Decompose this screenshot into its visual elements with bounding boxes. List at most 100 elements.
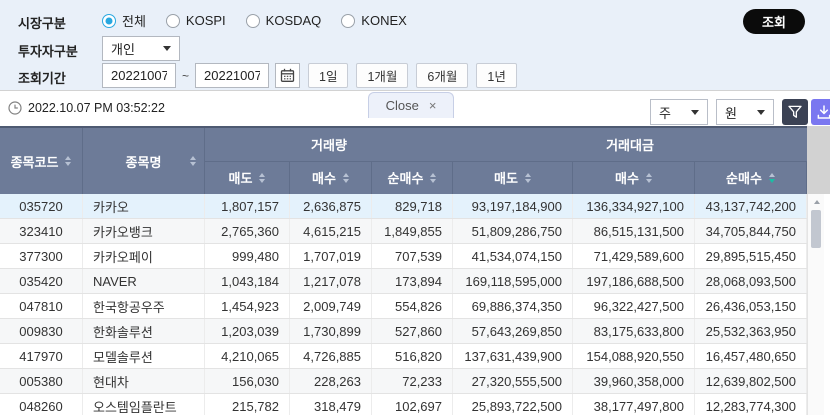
cell-amount-sell: 137,631,439,900 bbox=[453, 344, 573, 368]
cell-volume-sell: 1,454,923 bbox=[205, 294, 290, 318]
cell-amount-sell: 41,534,074,150 bbox=[453, 244, 573, 268]
sort-arrows-icon[interactable] bbox=[430, 173, 436, 183]
group-header-volume: 거래량 bbox=[205, 128, 453, 162]
radio-unselected-icon[interactable] bbox=[246, 14, 260, 28]
clock-icon bbox=[8, 101, 22, 115]
scroll-up-icon[interactable] bbox=[808, 194, 825, 210]
investor-type-label: 투자자구분 bbox=[18, 41, 78, 60]
cell-amount-net: 43,137,742,200 bbox=[695, 194, 807, 218]
cell-amount-net: 16,457,480,650 bbox=[695, 344, 807, 368]
sort-arrows-icon[interactable] bbox=[259, 173, 265, 183]
column-header-name[interactable]: 종목명 bbox=[83, 128, 205, 194]
cell-amount-net: 26,436,053,150 bbox=[695, 294, 807, 318]
radio-option-kosdaq[interactable]: KOSDAQ bbox=[246, 13, 322, 28]
cell-code: 417970 bbox=[0, 344, 83, 368]
close-tab[interactable]: Close × bbox=[368, 92, 454, 118]
unit-currency-select[interactable]: 원 bbox=[716, 99, 774, 125]
sort-arrows-icon[interactable] bbox=[65, 156, 71, 166]
download-button[interactable] bbox=[811, 99, 830, 125]
close-icon[interactable]: × bbox=[429, 98, 437, 113]
radio-selected-icon[interactable] bbox=[102, 14, 116, 28]
table-row[interactable]: 035720 카카오 1,807,157 2,636,875 829,718 9… bbox=[0, 194, 807, 219]
table-row[interactable]: 323410 카카오뱅크 2,765,360 4,615,215 1,849,8… bbox=[0, 219, 807, 244]
radio-option-kospi[interactable]: KOSPI bbox=[166, 13, 226, 28]
table-row[interactable]: 377300 카카오페이 999,480 1,707,019 707,539 4… bbox=[0, 244, 807, 269]
cell-amount-buy: 39,960,358,000 bbox=[573, 369, 695, 393]
unit-share-value: 주 bbox=[659, 103, 671, 122]
radio-option-all[interactable]: 전체 bbox=[102, 11, 146, 30]
table-row[interactable]: 048260 오스템임플란트 215,782 318,479 102,697 2… bbox=[0, 394, 807, 415]
sort-arrows-icon[interactable] bbox=[343, 173, 349, 183]
radio-option-label: KOSPI bbox=[186, 13, 226, 28]
stock-trading-window: 시장구분 전체 KOSPI KOSDAQ KONEX 투자자구분 개인 bbox=[0, 0, 830, 415]
radio-unselected-icon[interactable] bbox=[341, 14, 355, 28]
cell-name: 카카오 bbox=[83, 194, 205, 218]
cell-amount-buy: 96,322,427,500 bbox=[573, 294, 695, 318]
period-label: 조회기간 bbox=[18, 68, 66, 87]
range-1year-button[interactable]: 1년 bbox=[476, 63, 516, 88]
table-row[interactable]: 417970 모델솔루션 4,210,065 4,726,885 516,820… bbox=[0, 344, 807, 369]
cell-volume-net: 1,849,855 bbox=[372, 219, 453, 243]
query-button[interactable]: 조회 bbox=[743, 9, 805, 34]
date-from-input[interactable] bbox=[102, 63, 176, 88]
radio-option-konex[interactable]: KONEX bbox=[341, 13, 407, 28]
cell-volume-net: 707,539 bbox=[372, 244, 453, 268]
unit-currency-value: 원 bbox=[725, 103, 737, 122]
column-group-volume: 거래량 매도 매수 순매수 bbox=[205, 128, 453, 194]
unit-share-select[interactable]: 주 bbox=[650, 99, 708, 125]
date-to-input[interactable] bbox=[195, 63, 269, 88]
cell-name: 카카오뱅크 bbox=[83, 219, 205, 243]
close-tab-label: Close bbox=[386, 98, 419, 113]
column-header-amount-sell[interactable]: 매도 bbox=[453, 162, 573, 195]
calendar-button[interactable] bbox=[275, 63, 300, 88]
radio-unselected-icon[interactable] bbox=[166, 14, 180, 28]
table-row[interactable]: 009830 한화솔루션 1,203,039 1,730,899 527,860… bbox=[0, 319, 807, 344]
cell-amount-buy: 197,186,688,500 bbox=[573, 269, 695, 293]
cell-volume-net: 527,860 bbox=[372, 319, 453, 343]
timestamp-row: 2022.10.07 PM 03:52:22 bbox=[8, 101, 165, 115]
table-header: 종목코드 종목명 거래량 매도 매수 순매수 bbox=[0, 126, 807, 194]
cell-amount-buy: 154,088,920,550 bbox=[573, 344, 695, 368]
column-header-volume-buy[interactable]: 매수 bbox=[290, 162, 372, 195]
table-row[interactable]: 047810 한국항공우주 1,454,923 2,009,749 554,82… bbox=[0, 294, 807, 319]
column-header-code[interactable]: 종목코드 bbox=[0, 128, 83, 194]
radio-option-label: 전체 bbox=[122, 11, 146, 30]
column-header-label: 매수 bbox=[615, 168, 639, 187]
sort-arrows-icon[interactable] bbox=[525, 173, 531, 183]
range-1day-button[interactable]: 1일 bbox=[308, 63, 348, 88]
vertical-scrollbar[interactable] bbox=[807, 194, 824, 415]
cell-volume-sell: 1,043,184 bbox=[205, 269, 290, 293]
column-header-label: 순매수 bbox=[726, 168, 762, 187]
cell-volume-buy: 4,726,885 bbox=[290, 344, 372, 368]
column-group-amount: 거래대금 매도 매수 순매수 bbox=[453, 128, 807, 194]
filter-button[interactable] bbox=[782, 99, 808, 125]
cell-volume-buy: 2,636,875 bbox=[290, 194, 372, 218]
sort-arrows-icon[interactable] bbox=[190, 156, 196, 166]
cell-code: 005380 bbox=[0, 369, 83, 393]
cell-amount-sell: 93,197,184,900 bbox=[453, 194, 573, 218]
group-header-amount: 거래대금 bbox=[453, 128, 807, 162]
column-header-amount-buy[interactable]: 매수 bbox=[573, 162, 695, 195]
column-header-amount-net[interactable]: 순매수 bbox=[695, 162, 807, 195]
sort-arrows-icon[interactable] bbox=[769, 173, 775, 183]
range-1month-button[interactable]: 1개월 bbox=[356, 63, 408, 88]
column-header-volume-net[interactable]: 순매수 bbox=[372, 162, 453, 195]
cell-volume-buy: 1,730,899 bbox=[290, 319, 372, 343]
investor-type-select[interactable]: 개인 bbox=[102, 36, 180, 61]
table-row[interactable]: 035420 NAVER 1,043,184 1,217,078 173,894… bbox=[0, 269, 807, 294]
chevron-down-icon bbox=[691, 110, 699, 115]
table-row[interactable]: 005380 현대차 156,030 228,263 72,233 27,320… bbox=[0, 369, 807, 394]
period-row: ~ 1일 1개월 6개월 1년 bbox=[102, 63, 517, 88]
cell-amount-sell: 57,643,269,850 bbox=[453, 319, 573, 343]
timestamp-text: 2022.10.07 PM 03:52:22 bbox=[28, 101, 165, 115]
cell-name: 현대차 bbox=[83, 369, 205, 393]
cell-amount-buy: 71,429,589,600 bbox=[573, 244, 695, 268]
cell-name: 모델솔루션 bbox=[83, 344, 205, 368]
cell-volume-sell: 1,203,039 bbox=[205, 319, 290, 343]
range-6month-button[interactable]: 6개월 bbox=[416, 63, 468, 88]
column-header-volume-sell[interactable]: 매도 bbox=[205, 162, 290, 195]
cell-volume-buy: 318,479 bbox=[290, 394, 372, 415]
cell-volume-buy: 2,009,749 bbox=[290, 294, 372, 318]
scrollbar-thumb[interactable] bbox=[811, 210, 821, 248]
sort-arrows-icon[interactable] bbox=[646, 173, 652, 183]
